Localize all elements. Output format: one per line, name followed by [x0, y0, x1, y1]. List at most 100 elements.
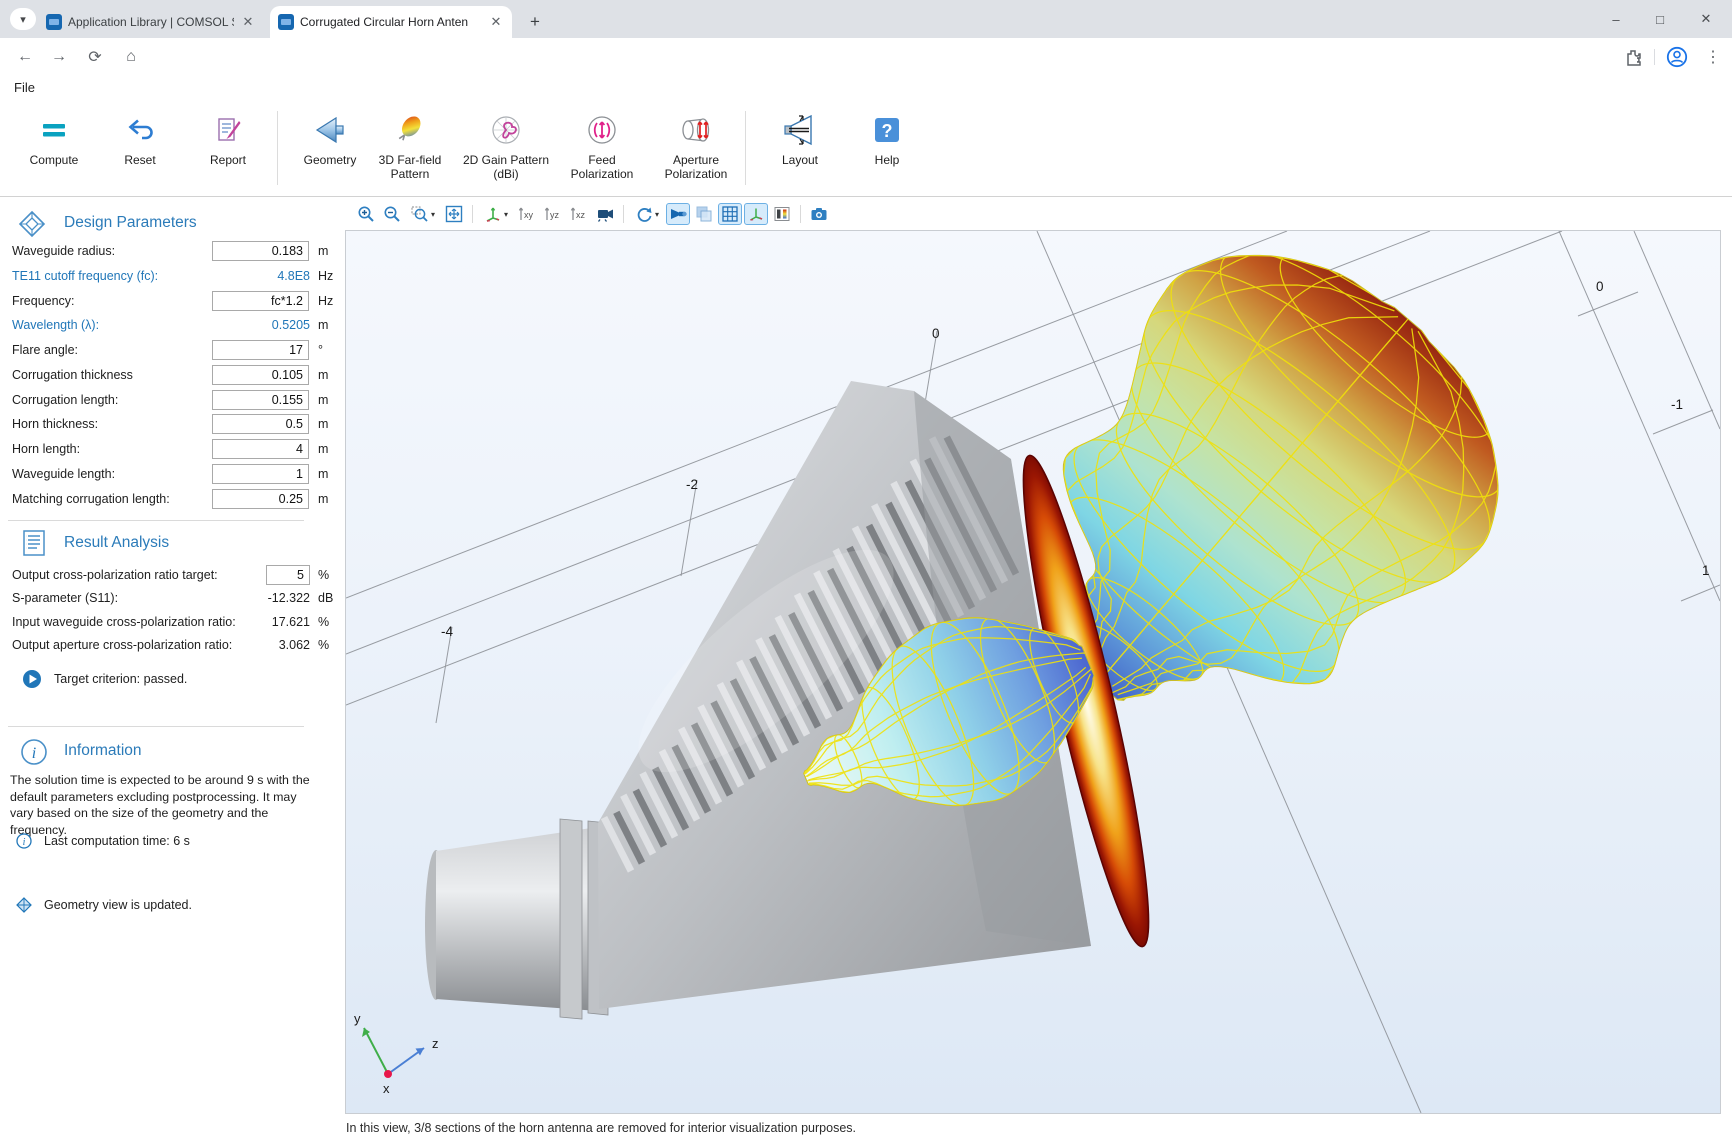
back-icon[interactable]: ← [12, 44, 38, 70]
transparency-icon[interactable] [692, 203, 716, 225]
default-view-icon[interactable] [593, 203, 617, 225]
view-caption: In this view, 3/8 sections of the horn a… [346, 1121, 856, 1135]
info-circle-icon: i [16, 833, 32, 849]
gain-pattern-button[interactable]: 2D Gain Pattern (dBi) [460, 109, 552, 191]
geometry-label: Geometry [304, 153, 357, 167]
gain-pattern-icon [489, 109, 523, 151]
tab-close-icon[interactable]: ✕ [240, 14, 256, 30]
view-yz-icon[interactable]: yz [541, 203, 565, 225]
comsol-favicon [278, 14, 294, 30]
svg-text:yz: yz [550, 210, 560, 220]
param-input[interactable] [212, 365, 309, 385]
ribbon-separator [745, 111, 746, 185]
svg-text:xz: xz [576, 210, 586, 220]
scene-light-icon[interactable] [666, 203, 690, 225]
file-menu[interactable]: File [14, 80, 35, 95]
profile-icon[interactable] [1664, 44, 1690, 70]
zoom-box-icon[interactable]: ▾ [406, 203, 440, 225]
section-divider [8, 726, 304, 727]
last-computation-status: i Last computation time: 6 s [16, 833, 346, 849]
ribbon-separator [277, 111, 278, 185]
dropdown-caret-icon: ▾ [504, 210, 508, 219]
param-input[interactable] [212, 439, 309, 459]
aperture-polarization-icon [676, 109, 716, 151]
browser-tab-active[interactable]: Corrugated Circular Horn Anten ✕ [270, 6, 512, 38]
axis-tick-label: 0 [1596, 279, 1604, 294]
zoom-in-icon[interactable] [354, 203, 378, 225]
tab-close-icon[interactable]: ✕ [488, 14, 504, 30]
show-axes-icon[interactable] [744, 203, 768, 225]
param-label: TE11 cutoff frequency (fc): [12, 269, 158, 283]
param-input[interactable] [212, 414, 309, 434]
extensions-icon[interactable] [1620, 44, 1646, 70]
show-grid-icon[interactable] [718, 203, 742, 225]
layout-button[interactable]: Layout [754, 109, 846, 191]
param-unit: % [318, 638, 329, 652]
result-analysis-header: Result Analysis [0, 530, 330, 560]
zoom-out-icon[interactable] [380, 203, 404, 225]
param-unit: m [318, 442, 328, 456]
param-input[interactable] [212, 241, 309, 261]
param-label: Waveguide length: [12, 467, 115, 481]
param-unit: Hz [318, 269, 333, 283]
param-row: Horn thickness:m [0, 413, 337, 438]
view-xz-icon[interactable]: xz [567, 203, 591, 225]
last-computation-text: Last computation time: 6 s [44, 834, 190, 848]
snapshot-camera-icon[interactable] [807, 203, 831, 225]
param-label: S-parameter (S11): [12, 591, 118, 605]
window-close-button[interactable]: ✕ [1686, 0, 1726, 38]
param-unit: m [318, 492, 328, 506]
param-row: Waveguide radius:m [0, 240, 337, 265]
go-to-view-icon[interactable]: ▾ [479, 203, 513, 225]
param-label: Wavelength (λ): [12, 318, 99, 332]
view-xy-icon[interactable]: xy [515, 203, 539, 225]
aperture-polarization-button[interactable]: Aperture Polarization [650, 109, 742, 191]
home-icon[interactable]: ⌂ [118, 44, 144, 70]
reset-button[interactable]: Reset [94, 109, 186, 191]
color-legend-icon[interactable] [770, 203, 794, 225]
compute-button[interactable]: Compute [8, 109, 100, 191]
window-maximize-button[interactable]: □ [1640, 0, 1680, 38]
param-unit: m [318, 244, 328, 258]
target-criterion-text: Target criterion: passed. [54, 672, 187, 686]
far-field-pattern-icon [393, 109, 427, 151]
browser-tab-inactive[interactable]: Application Library | COMSOL S ✕ [38, 7, 264, 37]
param-row: Waveguide length:m [0, 463, 337, 488]
axis-tick-label: 1 [1702, 563, 1710, 578]
forward-icon[interactable]: → [46, 44, 72, 70]
geometry-button[interactable]: Geometry [284, 109, 376, 191]
param-unit: dB [318, 591, 333, 605]
play-circle-icon[interactable] [22, 669, 42, 689]
far-field-pattern-main-lobe [1044, 231, 1533, 713]
help-button[interactable]: ? Help [841, 109, 933, 191]
param-input[interactable] [266, 565, 310, 585]
zoom-extents-icon[interactable] [442, 203, 466, 225]
information-body: The solution time is expected to be arou… [10, 772, 312, 838]
param-input[interactable] [212, 291, 309, 311]
param-value: -12.322 [268, 591, 310, 605]
param-label: Horn length: [12, 442, 80, 456]
param-label: Horn thickness: [12, 417, 98, 431]
new-tab-button[interactable]: + [522, 9, 548, 35]
dropdown-caret-icon: ▾ [431, 210, 435, 219]
param-input[interactable] [212, 489, 309, 509]
graphics-canvas[interactable]: 0-2-40-11 y z x [345, 230, 1721, 1114]
param-unit: Hz [318, 294, 333, 308]
report-button[interactable]: Report [182, 109, 274, 191]
param-label: Corrugation length: [12, 393, 118, 407]
param-input[interactable] [212, 340, 309, 360]
axis-tick-label: -1 [1671, 397, 1683, 412]
param-input[interactable] [212, 390, 309, 410]
tab-search-button[interactable]: ▾ [10, 8, 36, 30]
param-input[interactable] [212, 464, 309, 484]
far-field-pattern-button[interactable]: 3D Far-field Pattern [364, 109, 456, 191]
feed-polarization-button[interactable]: Feed Polarization [556, 109, 648, 191]
window-minimize-button[interactable]: – [1596, 0, 1636, 38]
comsol-favicon [46, 14, 62, 30]
coordinate-triad: y z x [354, 1011, 439, 1096]
param-row: Flare angle:° [0, 339, 337, 364]
rotate-icon[interactable]: ▾ [630, 203, 664, 225]
axis-tick-label: -4 [441, 624, 453, 639]
reload-icon[interactable]: ⟳ [82, 44, 108, 70]
kebab-menu-icon[interactable]: ⋮ [1700, 44, 1726, 70]
